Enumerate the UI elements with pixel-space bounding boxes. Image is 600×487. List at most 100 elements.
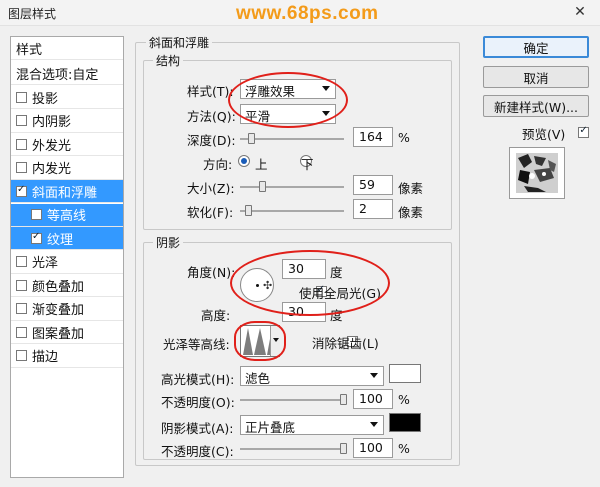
- effect-checkbox[interactable]: [16, 303, 27, 314]
- soften-input[interactable]: 2: [353, 199, 393, 219]
- size-slider-track[interactable]: [240, 186, 344, 188]
- highlight-opacity-thumb[interactable]: [340, 394, 347, 405]
- ok-button[interactable]: 确定: [483, 36, 589, 58]
- effect-checkbox[interactable]: [16, 256, 27, 267]
- annotation-circle: [234, 321, 286, 361]
- highlight-opacity-input[interactable]: 100: [353, 389, 393, 409]
- effect-label: 投影: [32, 91, 59, 107]
- gloss-contour-label: 光泽等高线:: [163, 337, 230, 352]
- bevel-emboss-title: 斜面和浮雕: [146, 34, 213, 51]
- effect-item[interactable]: 外发光: [11, 133, 123, 156]
- shadow-opacity-label: 不透明度(C):: [161, 444, 234, 459]
- effect-item[interactable]: 图案叠加: [11, 321, 123, 344]
- effect-item[interactable]: 等高线: [11, 203, 123, 227]
- effect-item[interactable]: 投影: [11, 86, 123, 109]
- soften-slider-track[interactable]: [240, 210, 344, 212]
- soften-slider-thumb[interactable]: [244, 205, 252, 216]
- effect-item[interactable]: 描边: [11, 345, 123, 368]
- shadow-mode-value: 正片叠底: [245, 420, 296, 435]
- close-button[interactable]: ✕: [568, 3, 592, 21]
- effect-item[interactable]: 内发光: [11, 157, 123, 180]
- highlight-mode-dropdown[interactable]: 滤色: [240, 366, 384, 386]
- effect-checkbox[interactable]: [16, 138, 27, 150]
- depth-label: 深度(D):: [187, 133, 236, 148]
- effect-label: 渐变叠加: [32, 303, 85, 318]
- style-label: 样式(T):: [187, 84, 234, 99]
- effect-item[interactable]: 斜面和浮雕: [11, 180, 123, 203]
- effect-checkbox[interactable]: [31, 209, 42, 220]
- direction-label: 方向:: [203, 157, 233, 172]
- highlight-opacity-track[interactable]: [240, 399, 344, 401]
- preview-image: [516, 153, 558, 193]
- size-input[interactable]: 59: [353, 175, 393, 195]
- soften-label: 软化(F):: [187, 205, 234, 220]
- effect-checkbox[interactable]: [16, 279, 27, 291]
- effect-label: 图案叠加: [32, 326, 85, 342]
- highlight-mode-value: 滤色: [245, 371, 271, 386]
- effect-label: 光泽: [32, 256, 59, 271]
- styles-header[interactable]: 样式: [11, 37, 123, 60]
- depth-unit: %: [398, 130, 410, 145]
- size-unit: 像素: [398, 181, 424, 196]
- effect-label: 斜面和浮雕: [32, 185, 98, 201]
- shadow-mode-dropdown[interactable]: 正片叠底: [240, 415, 384, 435]
- anti-aliased-label: 消除锯齿(L): [312, 336, 379, 351]
- new-style-button[interactable]: 新建样式(W)...: [483, 95, 589, 117]
- direction-up-radio[interactable]: [238, 155, 250, 167]
- effect-checkbox[interactable]: [16, 326, 27, 338]
- effect-checkbox[interactable]: [16, 184, 27, 197]
- highlight-opacity-label: 不透明度(O):: [161, 395, 235, 410]
- highlight-mode-label: 高光模式(H):: [161, 372, 235, 387]
- shadow-opacity-track[interactable]: [240, 448, 344, 450]
- effect-item[interactable]: 颜色叠加: [11, 274, 123, 297]
- shadow-opacity-thumb[interactable]: [340, 443, 347, 454]
- effect-checkbox[interactable]: [16, 115, 27, 126]
- blending-options-item[interactable]: 混合选项:自定: [11, 62, 123, 85]
- effect-checkbox[interactable]: [16, 350, 27, 361]
- style-preview-thumbnail: [509, 147, 565, 199]
- window-title: 图层样式: [8, 7, 57, 21]
- annotation-circle: [228, 72, 348, 128]
- highlight-opacity-unit: %: [398, 392, 410, 407]
- effect-checkbox[interactable]: [16, 91, 27, 103]
- depth-slider-thumb[interactable]: [247, 133, 255, 144]
- shadow-mode-label: 阴影模式(A):: [161, 421, 234, 436]
- effect-item[interactable]: 光泽: [11, 251, 123, 274]
- effect-label: 颜色叠加: [32, 279, 85, 295]
- effect-label: 内阴影: [32, 115, 72, 130]
- cancel-button[interactable]: 取消: [483, 66, 589, 88]
- size-slider-thumb[interactable]: [259, 181, 267, 192]
- shadow-opacity-input[interactable]: 100: [353, 438, 393, 458]
- chevron-down-icon: [370, 422, 378, 427]
- watermark-text: www.68ps.com: [236, 3, 379, 24]
- shadow-color-swatch[interactable]: [389, 413, 421, 432]
- depth-slider-track[interactable]: [240, 138, 344, 140]
- styles-list: 样式 混合选项:自定 投影内阴影外发光内发光斜面和浮雕等高线纹理光泽颜色叠加渐变…: [10, 36, 124, 478]
- effect-checkbox[interactable]: [16, 162, 27, 173]
- effect-label: 描边: [32, 350, 59, 365]
- angle-label: 角度(N):: [187, 265, 236, 280]
- effect-item[interactable]: 内阴影: [11, 110, 123, 133]
- preview-label: 预览(V): [522, 127, 566, 142]
- chevron-down-icon: [370, 373, 378, 378]
- direction-up-label: 上: [255, 157, 268, 172]
- shading-title: 阴影: [153, 234, 184, 251]
- size-label: 大小(Z):: [187, 181, 235, 196]
- structure-title: 结构: [153, 52, 184, 69]
- soften-unit: 像素: [398, 205, 424, 220]
- effect-label: 纹理: [47, 232, 74, 248]
- preview-checkbox[interactable]: [578, 125, 590, 138]
- direction-down-label: 下: [301, 157, 314, 172]
- shadow-opacity-unit: %: [398, 441, 410, 456]
- annotation-circle: [230, 250, 390, 316]
- effect-label: 外发光: [32, 138, 72, 154]
- effect-item[interactable]: 渐变叠加: [11, 298, 123, 321]
- effect-label: 内发光: [32, 162, 72, 177]
- effect-checkbox[interactable]: [31, 231, 42, 244]
- effect-label: 等高线: [47, 209, 87, 224]
- altitude-label: 高度:: [201, 308, 231, 323]
- depth-input[interactable]: 164: [353, 127, 393, 147]
- highlight-color-swatch[interactable]: [389, 364, 421, 383]
- effect-item[interactable]: 纹理: [11, 227, 123, 250]
- technique-label: 方法(Q):: [187, 109, 236, 124]
